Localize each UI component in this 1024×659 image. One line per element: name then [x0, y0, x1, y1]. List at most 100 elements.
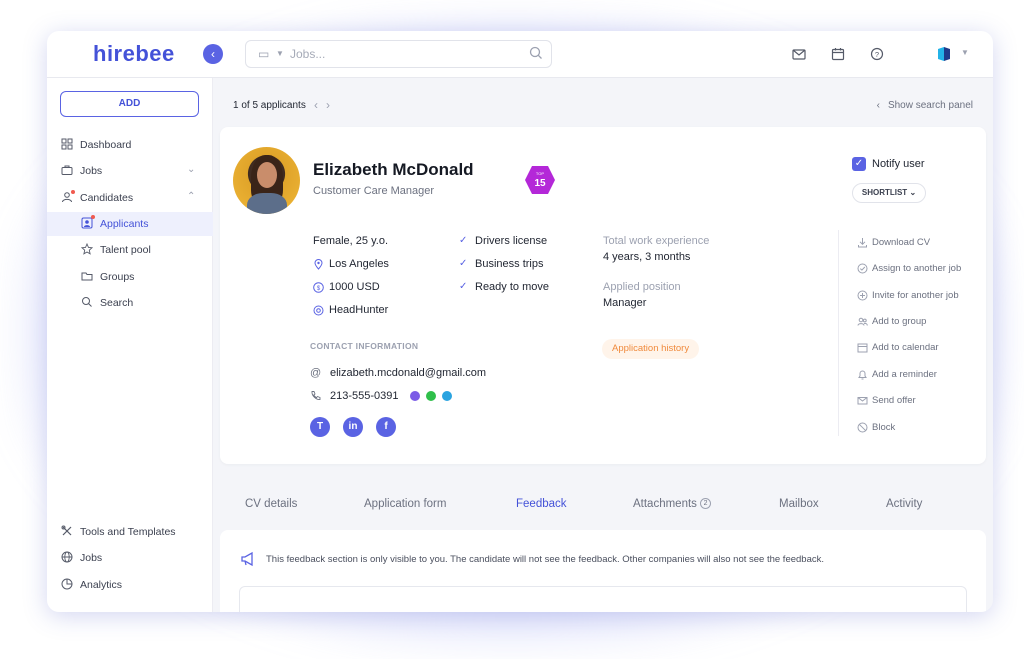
search-icon[interactable] — [529, 46, 543, 60]
info-icon: 2 — [700, 498, 712, 510]
collapse-sidebar-button[interactable]: ‹ — [203, 44, 223, 64]
svg-text:$: $ — [317, 286, 321, 292]
gender-age-text: Female, 25 y.o. — [313, 235, 388, 247]
svg-text:?: ? — [875, 50, 879, 59]
sidebar-item-analytics[interactable]: Analytics — [47, 573, 213, 597]
location-icon — [314, 259, 323, 270]
badge-number: 15 — [534, 178, 546, 189]
candidate-name: Elizabeth McDonald — [313, 160, 474, 179]
sidebar-item-talent-pool[interactable]: Talent pool — [47, 238, 213, 262]
chevron-down-icon[interactable]: ▼ — [276, 49, 284, 58]
action-label: Add to calendar — [872, 342, 939, 353]
sidebar-item-label: Candidates — [80, 192, 134, 204]
application-history-button[interactable]: Application history — [602, 339, 700, 359]
search-bar[interactable]: ▭ ▼ — [245, 40, 552, 68]
sidebar-item-label: Tools and Templates — [80, 526, 176, 538]
chevron-down-icon[interactable]: ⌄ — [187, 164, 195, 175]
email-text[interactable]: elizabeth.mcdonald@gmail.com — [330, 367, 486, 379]
star-icon — [81, 243, 93, 255]
telegram-icon[interactable] — [442, 391, 452, 401]
chevron-left-icon[interactable]: ‹ — [314, 98, 326, 112]
feedback-input-area[interactable] — [239, 586, 967, 612]
dollar-icon: $ — [313, 282, 324, 293]
sidebar-item-jobs[interactable]: Jobs ⌄ — [47, 159, 213, 183]
download-icon — [858, 238, 867, 248]
chevron-left-icon: ‹ — [876, 100, 880, 111]
tab-mailbox[interactable]: Mailbox — [779, 498, 819, 510]
sidebar-item-search[interactable]: Search — [47, 291, 213, 315]
chevron-right-icon[interactable]: › — [326, 98, 338, 112]
checkmark-icon: ✓ — [459, 281, 468, 292]
globe-icon — [61, 551, 73, 563]
sidebar-item-candidates[interactable]: Candidates ⌃ — [47, 186, 213, 210]
tab-feedback[interactable]: Feedback — [516, 498, 567, 510]
sidebar-item-jobs-global[interactable]: Jobs — [47, 546, 213, 570]
user-avatar[interactable] — [933, 43, 955, 65]
sidebar-item-label: Applicants — [100, 218, 149, 230]
chevron-down-icon: ⌄ — [909, 188, 917, 197]
help-icon[interactable]: ? — [869, 46, 885, 62]
tab-application-form[interactable]: Application form — [364, 498, 446, 510]
sidebar-item-applicants[interactable]: Applicants — [47, 212, 213, 236]
pager-arrows[interactable]: ‹› — [314, 98, 338, 112]
main-content: 1 of 5 applicants ‹› ‹ Show search panel … — [214, 78, 993, 612]
at-icon: @ — [310, 367, 322, 379]
notification-dot — [91, 215, 95, 219]
mail-icon[interactable] — [791, 46, 807, 62]
top-badge-icon: TOP 15 — [525, 166, 555, 194]
twitter-icon[interactable]: T — [310, 417, 330, 437]
action-label: Send offer — [872, 395, 916, 406]
experience-label: Total work experience — [603, 235, 710, 247]
show-search-panel-link[interactable]: ‹ Show search panel — [877, 100, 973, 111]
experience-value: 4 years, 3 months — [603, 251, 691, 263]
checkmark-icon: ✓ — [459, 235, 468, 246]
checkmark-icon: ✓ — [459, 258, 468, 269]
whatsapp-icon[interactable] — [426, 391, 436, 401]
show-search-panel-label: Show search panel — [887, 100, 973, 111]
briefcase-icon[interactable]: ▭ — [258, 47, 269, 61]
chevron-down-icon[interactable]: ▼ — [961, 48, 969, 57]
notification-dot — [71, 190, 75, 194]
sidebar-item-label: Analytics — [80, 579, 123, 591]
action-label: Add a reminder — [872, 369, 937, 380]
location-text: Los Angeles — [329, 258, 389, 270]
detail-tabs: CV details Application form Feedback Att… — [214, 498, 993, 522]
feedback-panel: This feedback section is only visible to… — [220, 530, 986, 612]
candidate-role: Customer Care Manager — [313, 185, 435, 197]
tools-icon — [61, 525, 72, 536]
mail-icon — [857, 397, 868, 405]
facebook-icon[interactable]: f — [376, 417, 396, 437]
logo[interactable]: hirebee — [93, 41, 175, 67]
plus-circle-icon — [857, 290, 868, 301]
notify-user-label: Notify user — [872, 158, 925, 170]
tab-attachments-label: Attachments — [633, 498, 697, 510]
chevron-up-icon[interactable]: ⌃ — [187, 191, 195, 202]
shortlist-dropdown[interactable]: SHORTLIST ⌄ — [852, 183, 926, 203]
notify-user-checkbox[interactable]: ✓ — [852, 157, 866, 171]
folder-icon — [81, 272, 93, 281]
add-button[interactable]: ADD — [60, 91, 199, 117]
sidebar-item-label: Talent pool — [100, 244, 151, 256]
source-text: HeadHunter — [329, 304, 389, 316]
sidebar-item-dashboard[interactable]: Dashboard — [47, 133, 213, 157]
tab-cv-details[interactable]: CV details — [245, 498, 297, 510]
check-circle-icon — [857, 263, 868, 274]
actions-divider — [838, 230, 839, 436]
block-icon — [857, 422, 868, 433]
briefcase-icon — [61, 165, 73, 175]
phone-text[interactable]: 213-555-0391 — [330, 390, 399, 402]
linkedin-icon[interactable]: in — [343, 417, 363, 437]
search-input[interactable] — [290, 45, 510, 63]
calendar-icon[interactable] — [830, 46, 846, 62]
check-text: Drivers license — [475, 235, 548, 247]
sidebar-item-label: Dashboard — [80, 139, 132, 151]
tab-activity[interactable]: Activity — [886, 498, 922, 510]
phone-icon — [311, 391, 321, 400]
top-bar: hirebee ‹ ▭ ▼ ? ▼ — [47, 31, 993, 78]
viber-icon[interactable] — [410, 391, 420, 401]
sidebar-item-groups[interactable]: Groups — [47, 265, 213, 289]
action-label: Invite for another job — [872, 290, 959, 301]
sidebar-item-tools[interactable]: Tools and Templates — [47, 520, 213, 544]
applicant-counter: 1 of 5 applicants — [233, 100, 306, 111]
tab-attachments[interactable]: Attachments 2 — [633, 498, 712, 510]
